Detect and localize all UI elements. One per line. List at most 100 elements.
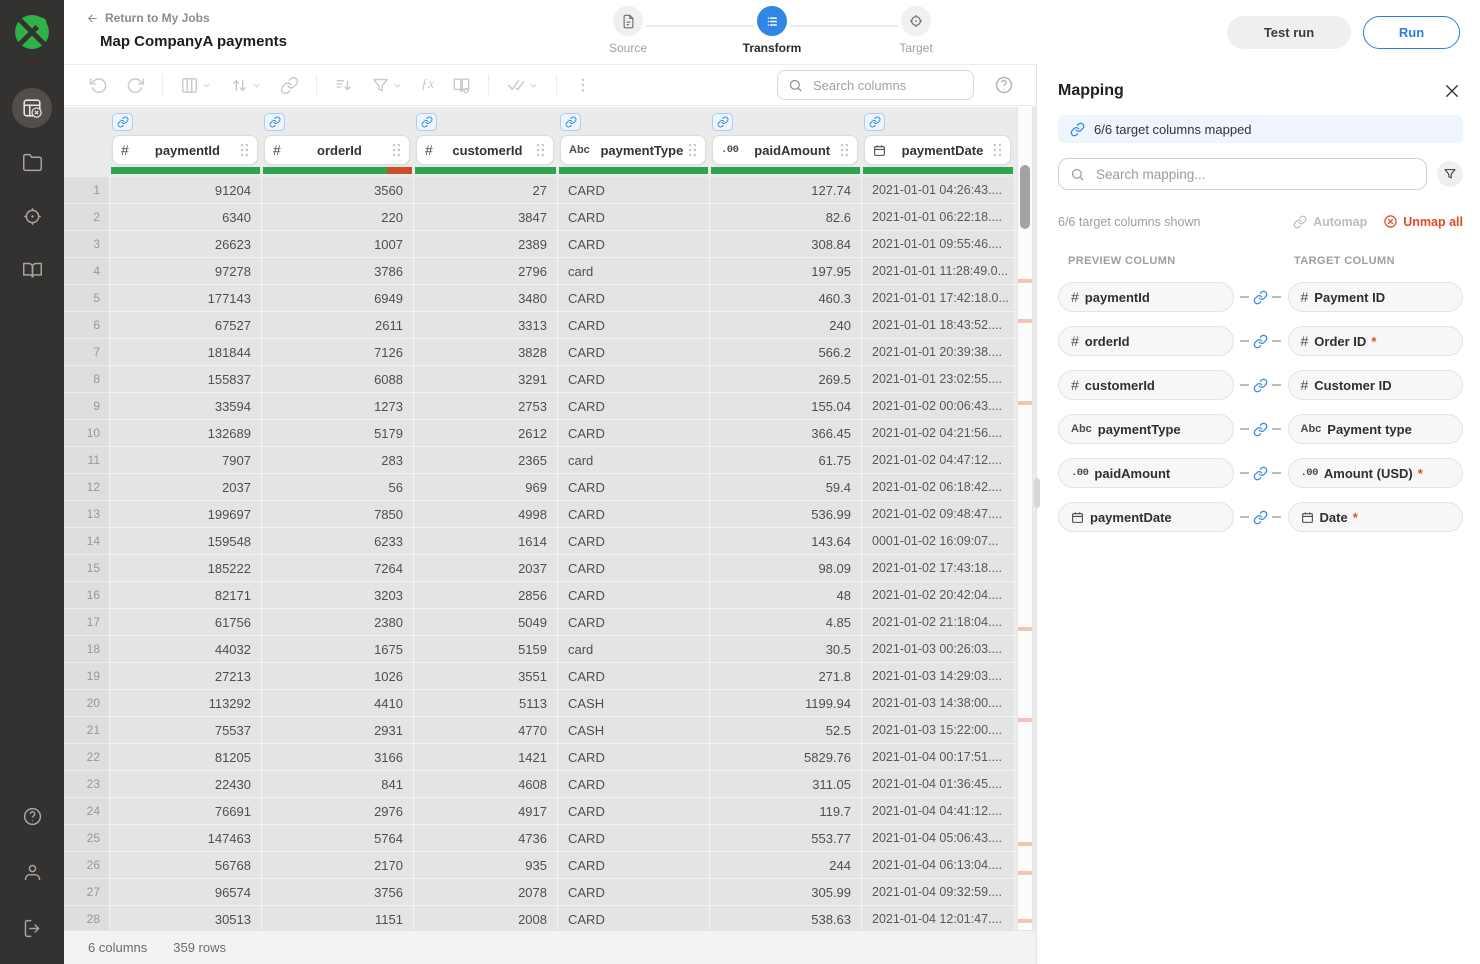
table-cell[interactable]: 44032 xyxy=(110,636,262,663)
table-cell[interactable]: 113292 xyxy=(110,690,262,717)
table-cell[interactable]: 2753 xyxy=(414,393,558,420)
table-cell[interactable]: 3480 xyxy=(414,285,558,312)
run-button[interactable]: Run xyxy=(1363,16,1460,49)
table-cell[interactable]: 4736 xyxy=(414,825,558,852)
table-cell[interactable]: 244 xyxy=(710,852,862,879)
mapping-preview-pill[interactable]: AbcpaymentType xyxy=(1058,414,1234,444)
table-cell[interactable]: CARD xyxy=(558,582,710,609)
sidebar-item-target[interactable] xyxy=(12,196,52,236)
table-cell[interactable]: 2365 xyxy=(414,447,558,474)
table-cell[interactable]: 2021-01-02 09:48:47.... xyxy=(862,501,1015,528)
table-cell[interactable]: 2612 xyxy=(414,420,558,447)
table-cell[interactable]: 2037 xyxy=(110,474,262,501)
table-cell[interactable]: 5829.76 xyxy=(710,744,862,771)
table-cell[interactable]: 305.99 xyxy=(710,879,862,906)
table-cell[interactable]: 553.77 xyxy=(710,825,862,852)
mapping-preview-pill[interactable]: #orderId xyxy=(1058,326,1234,356)
table-cell[interactable]: 30.5 xyxy=(710,636,862,663)
table-cell[interactable]: 2021-01-02 20:42:04.... xyxy=(862,582,1015,609)
table-cell[interactable]: 269.5 xyxy=(710,366,862,393)
hide-columns-button[interactable] xyxy=(180,76,212,95)
table-cell[interactable]: CARD xyxy=(558,420,710,447)
table-cell[interactable]: 4.85 xyxy=(710,609,862,636)
table-cell[interactable]: 538.63 xyxy=(710,906,862,930)
join-columns-button[interactable] xyxy=(280,76,299,95)
table-cell[interactable]: 2021-01-02 04:47:12.... xyxy=(862,447,1015,474)
table-cell[interactable]: 2021-01-01 04:26:43.... xyxy=(862,177,1015,204)
table-cell[interactable]: 1273 xyxy=(262,393,414,420)
table-cell[interactable]: 91204 xyxy=(110,177,262,204)
search-mapping-input[interactable] xyxy=(1094,166,1415,183)
mapping-preview-pill[interactable]: .00paidAmount xyxy=(1058,458,1234,488)
step-source[interactable]: Source xyxy=(584,6,672,55)
table-cell[interactable]: 2021-01-03 00:26:03.... xyxy=(862,636,1015,663)
table-cell[interactable]: 935 xyxy=(414,852,558,879)
table-cell[interactable]: 48 xyxy=(710,582,862,609)
table-cell[interactable]: 155837 xyxy=(110,366,262,393)
column-header-paymentType[interactable]: AbcpaymentType xyxy=(560,135,706,165)
table-cell[interactable]: 308.84 xyxy=(710,231,862,258)
table-scrollbar[interactable] xyxy=(1017,107,1033,930)
table-cell[interactable]: 56 xyxy=(262,474,414,501)
table-cell[interactable]: 2021-01-01 18:43:52.... xyxy=(862,312,1015,339)
mapping-target-pill[interactable]: AbcPayment type xyxy=(1288,414,1464,444)
table-cell[interactable]: 3203 xyxy=(262,582,414,609)
table-cell[interactable]: 75537 xyxy=(110,717,262,744)
table-cell[interactable]: card xyxy=(558,636,710,663)
undo-button[interactable] xyxy=(89,76,108,95)
mapping-preview-pill[interactable]: #paymentId xyxy=(1058,282,1234,312)
table-cell[interactable]: CARD xyxy=(558,771,710,798)
lookup-button[interactable] xyxy=(452,76,471,95)
mapping-link[interactable] xyxy=(1234,466,1288,481)
step-transform[interactable]: Transform xyxy=(728,6,816,55)
table-cell[interactable]: 3560 xyxy=(262,177,414,204)
table-cell[interactable]: 76691 xyxy=(110,798,262,825)
redo-button[interactable] xyxy=(126,76,145,95)
table-cell[interactable]: 4608 xyxy=(414,771,558,798)
column-header-paymentId[interactable]: #paymentId xyxy=(112,135,258,165)
column-mapped-badge[interactable] xyxy=(864,113,885,131)
table-cell[interactable]: 2008 xyxy=(414,906,558,930)
table-cell[interactable]: 185222 xyxy=(110,555,262,582)
mapping-target-pill[interactable]: Date* xyxy=(1288,502,1464,532)
table-cell[interactable]: 27213 xyxy=(110,663,262,690)
table-cell[interactable]: 2037 xyxy=(414,555,558,582)
step-target[interactable]: Target xyxy=(872,6,960,55)
mapping-preview-pill[interactable]: #customerId xyxy=(1058,370,1234,400)
column-mapped-badge[interactable] xyxy=(264,113,285,131)
table-cell[interactable]: 2021-01-03 14:29:03.... xyxy=(862,663,1015,690)
mapping-link[interactable] xyxy=(1234,510,1288,525)
table-cell[interactable]: CARD xyxy=(558,474,710,501)
table-cell[interactable]: 1614 xyxy=(414,528,558,555)
table-cell[interactable]: 96574 xyxy=(110,879,262,906)
sidebar-item-account[interactable] xyxy=(12,852,52,892)
table-cell[interactable]: CARD xyxy=(558,906,710,930)
table-cell[interactable]: 199697 xyxy=(110,501,262,528)
table-cell[interactable]: 2021-01-02 06:18:42.... xyxy=(862,474,1015,501)
table-cell[interactable]: 2856 xyxy=(414,582,558,609)
table-cell[interactable]: 119.7 xyxy=(710,798,862,825)
scrollbar-thumb[interactable] xyxy=(1020,165,1030,229)
test-run-button[interactable]: Test run xyxy=(1227,16,1351,49)
table-cell[interactable]: 2021-01-01 06:22:18.... xyxy=(862,204,1015,231)
table-cell[interactable]: 159548 xyxy=(110,528,262,555)
table-cell[interactable]: 1675 xyxy=(262,636,414,663)
more-actions-button[interactable] xyxy=(574,76,592,94)
search-columns-input[interactable] xyxy=(811,77,963,94)
table-cell[interactable]: 311.05 xyxy=(710,771,862,798)
table-cell[interactable]: CARD xyxy=(558,528,710,555)
table-cell[interactable]: 56768 xyxy=(110,852,262,879)
table-cell[interactable]: CARD xyxy=(558,798,710,825)
table-cell[interactable]: 2611 xyxy=(262,312,414,339)
table-cell[interactable]: 240 xyxy=(710,312,862,339)
table-cell[interactable]: 5113 xyxy=(414,690,558,717)
table-cell[interactable]: 147463 xyxy=(110,825,262,852)
drag-handle-icon[interactable] xyxy=(688,143,697,157)
app-logo[interactable] xyxy=(10,10,54,54)
table-cell[interactable]: 271.8 xyxy=(710,663,862,690)
close-icon[interactable] xyxy=(1441,80,1463,102)
table-cell[interactable]: CARD xyxy=(558,177,710,204)
drag-handle-icon[interactable] xyxy=(840,143,849,157)
table-cell[interactable]: 2021-01-02 00:06:43.... xyxy=(862,393,1015,420)
table-cell[interactable]: 3166 xyxy=(262,744,414,771)
